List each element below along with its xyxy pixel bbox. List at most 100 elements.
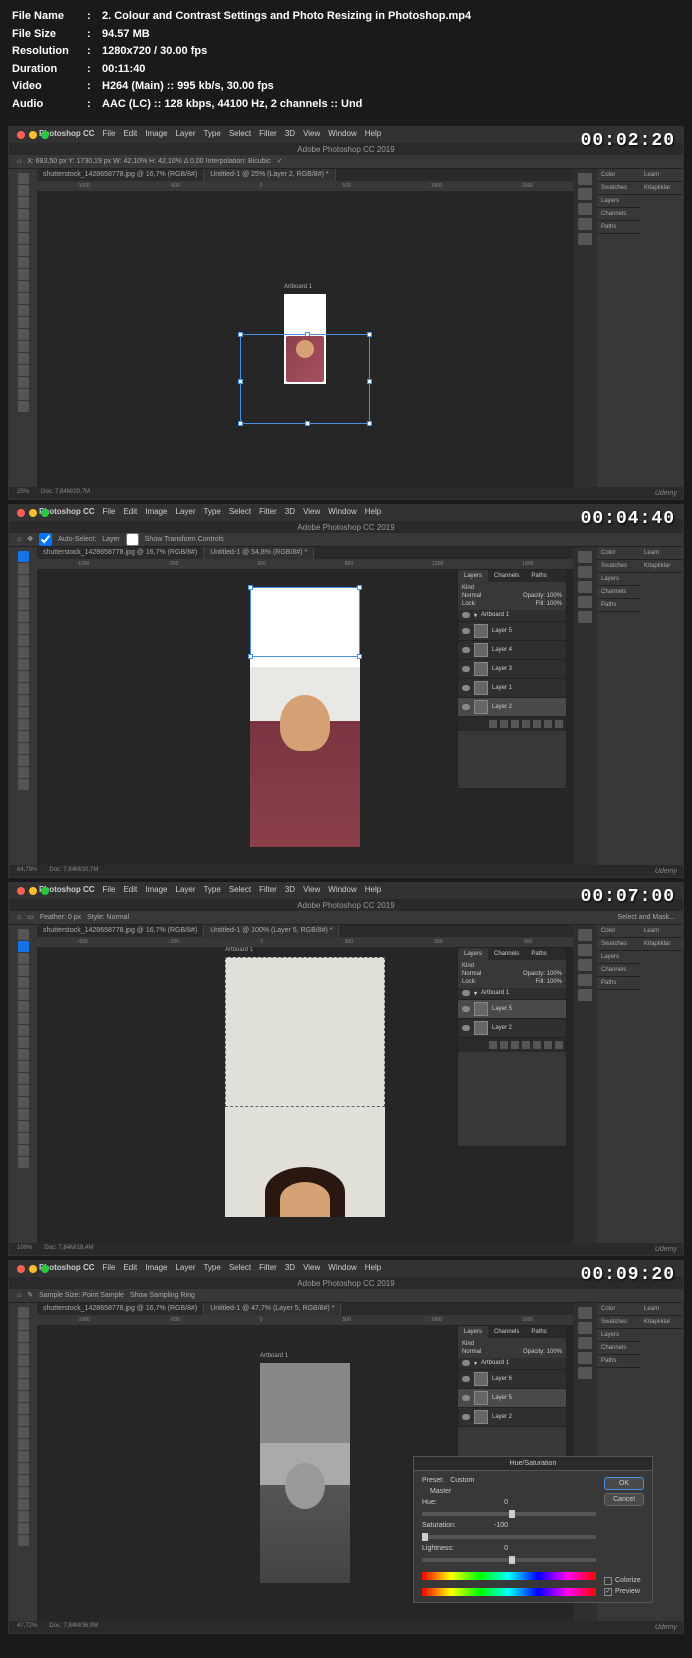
move-tool-icon[interactable] (18, 1307, 29, 1318)
layer-row[interactable]: Layer 1 (458, 679, 566, 698)
layer-name[interactable]: Artboard 1 (481, 990, 509, 996)
paths-tab[interactable]: Paths (525, 1326, 552, 1338)
layer-row[interactable]: Layer 5 (458, 1389, 566, 1408)
panel-paths[interactable]: Paths (597, 599, 640, 612)
panel-paths[interactable]: Paths (597, 221, 640, 234)
paths-icon[interactable] (578, 989, 592, 1001)
brush-tool-icon[interactable] (18, 1013, 29, 1024)
artboard[interactable]: Artboard 1 (284, 294, 326, 384)
menu-image[interactable]: Image (145, 507, 167, 516)
stamp-tool-icon[interactable] (18, 1025, 29, 1036)
doc-tab-2[interactable]: Untitled-1 @ 25% (Layer 2, RGB/8#) * (204, 169, 335, 181)
menu-window[interactable]: Window (328, 129, 356, 138)
blur-tool-icon[interactable] (18, 695, 29, 706)
layer-name[interactable]: Layer 2 (492, 1025, 512, 1031)
right-dock[interactable]: ColorSwatchesLayersChannelsPaths LearnKi… (573, 547, 683, 865)
crop-tool-icon[interactable] (18, 599, 29, 610)
menu-help[interactable]: Help (365, 129, 381, 138)
panel-learn[interactable]: Learn (640, 1303, 683, 1316)
layers-icon[interactable] (578, 1337, 592, 1349)
panel-libraries[interactable]: Kitaplıklar (640, 938, 683, 951)
master-dropdown[interactable]: Master (430, 1488, 451, 1495)
tools-panel[interactable] (9, 547, 37, 865)
blur-tool-icon[interactable] (18, 1451, 29, 1462)
zoom-level[interactable]: 47,72% (17, 1623, 37, 1631)
type-tool-icon[interactable] (18, 731, 29, 742)
layer-name[interactable]: Layer 1 (492, 685, 512, 691)
menu-type[interactable]: Type (203, 1263, 220, 1272)
menu-filter[interactable]: Filter (259, 129, 277, 138)
menubar[interactable]: Photoshop CCFileEditImageLayerTypeSelect… (39, 507, 381, 516)
visibility-icon[interactable] (462, 1395, 470, 1401)
feather-option[interactable]: Feather: 0 px (40, 914, 81, 921)
eyedropper-tool-icon[interactable] (18, 989, 29, 1000)
maximize-icon[interactable] (41, 131, 49, 139)
type-tool-icon[interactable] (18, 353, 29, 364)
menu-view[interactable]: View (303, 1263, 320, 1272)
zoom-tool-icon[interactable] (18, 1535, 29, 1546)
opacity-value[interactable]: 100% (547, 593, 562, 599)
artboard[interactable]: Artboard 1 (225, 957, 385, 1217)
mask-icon[interactable] (511, 1041, 519, 1049)
slider-thumb[interactable] (509, 1556, 515, 1564)
path-tool-icon[interactable] (18, 743, 29, 754)
paths-tab[interactable]: Paths (525, 570, 552, 582)
path-tool-icon[interactable] (18, 365, 29, 376)
channels-icon[interactable] (578, 974, 592, 986)
color-icon[interactable] (578, 929, 592, 941)
adjustment-icon[interactable] (522, 720, 530, 728)
transform-options[interactable]: X: 683,50 px Y: 1730,19 px W: 42,10% H: … (27, 158, 270, 165)
menu-layer[interactable]: Layer (175, 885, 195, 894)
wand-tool-icon[interactable] (18, 965, 29, 976)
mask-icon[interactable] (511, 720, 519, 728)
layers-panel[interactable]: LayersChannelsPaths Kind NormalOpacity: … (457, 947, 567, 1147)
eraser-tool-icon[interactable] (18, 1049, 29, 1060)
right-dock[interactable]: ColorSwatchesLayersChannelsPaths LearnKi… (573, 925, 683, 1243)
lightness-value[interactable]: 0 (478, 1545, 508, 1552)
minimize-icon[interactable] (29, 887, 37, 895)
menu-window[interactable]: Window (328, 885, 356, 894)
menu-type[interactable]: Type (203, 507, 220, 516)
panel-paths[interactable]: Paths (597, 977, 640, 990)
layers-icon[interactable] (578, 959, 592, 971)
layer-row[interactable]: ▾Artboard 1 (458, 988, 566, 1000)
panel-swatches[interactable]: Swatches (597, 182, 640, 195)
layer-name[interactable]: Layer 2 (492, 1414, 512, 1420)
menu-layer[interactable]: Layer (175, 1263, 195, 1272)
lasso-tool-icon[interactable] (18, 1331, 29, 1342)
layer-row[interactable]: Layer 2 (458, 1408, 566, 1427)
new-layer-icon[interactable] (544, 720, 552, 728)
panel-learn[interactable]: Learn (640, 925, 683, 938)
eyedropper-tool-icon[interactable] (18, 611, 29, 622)
history-tool-icon[interactable] (18, 659, 29, 670)
window-controls[interactable] (17, 131, 49, 139)
channels-icon[interactable] (578, 218, 592, 230)
path-tool-icon[interactable] (18, 1499, 29, 1510)
stamp-tool-icon[interactable] (18, 1403, 29, 1414)
auto-select-checkbox[interactable] (39, 533, 52, 546)
menu-window[interactable]: Window (328, 507, 356, 516)
group-icon[interactable] (533, 1041, 541, 1049)
menu-filter[interactable]: Filter (259, 507, 277, 516)
selection-box[interactable] (250, 587, 360, 657)
close-icon[interactable] (17, 887, 25, 895)
crop-tool-icon[interactable] (18, 977, 29, 988)
link-icon[interactable] (489, 720, 497, 728)
visibility-icon[interactable] (462, 647, 470, 653)
layer-name[interactable]: Layer 5 (492, 1006, 512, 1012)
lasso-tool-icon[interactable] (18, 575, 29, 586)
type-tool-icon[interactable] (18, 1109, 29, 1120)
panel-color[interactable]: Color (597, 1303, 640, 1316)
layers-panel[interactable]: LayersChannelsPaths Kind NormalOpacity: … (457, 569, 567, 789)
menu-file[interactable]: File (103, 129, 116, 138)
menu-edit[interactable]: Edit (123, 129, 137, 138)
panel-paths[interactable]: Paths (597, 1355, 640, 1368)
swatches-icon[interactable] (578, 188, 592, 200)
kind-filter[interactable]: Kind (462, 1341, 474, 1347)
slider-thumb[interactable] (509, 1510, 515, 1518)
color-icon[interactable] (578, 551, 592, 563)
window-controls[interactable] (17, 887, 49, 895)
menu-3d[interactable]: 3D (285, 507, 295, 516)
shape-tool-icon[interactable] (18, 377, 29, 388)
heal-tool-icon[interactable] (18, 1379, 29, 1390)
